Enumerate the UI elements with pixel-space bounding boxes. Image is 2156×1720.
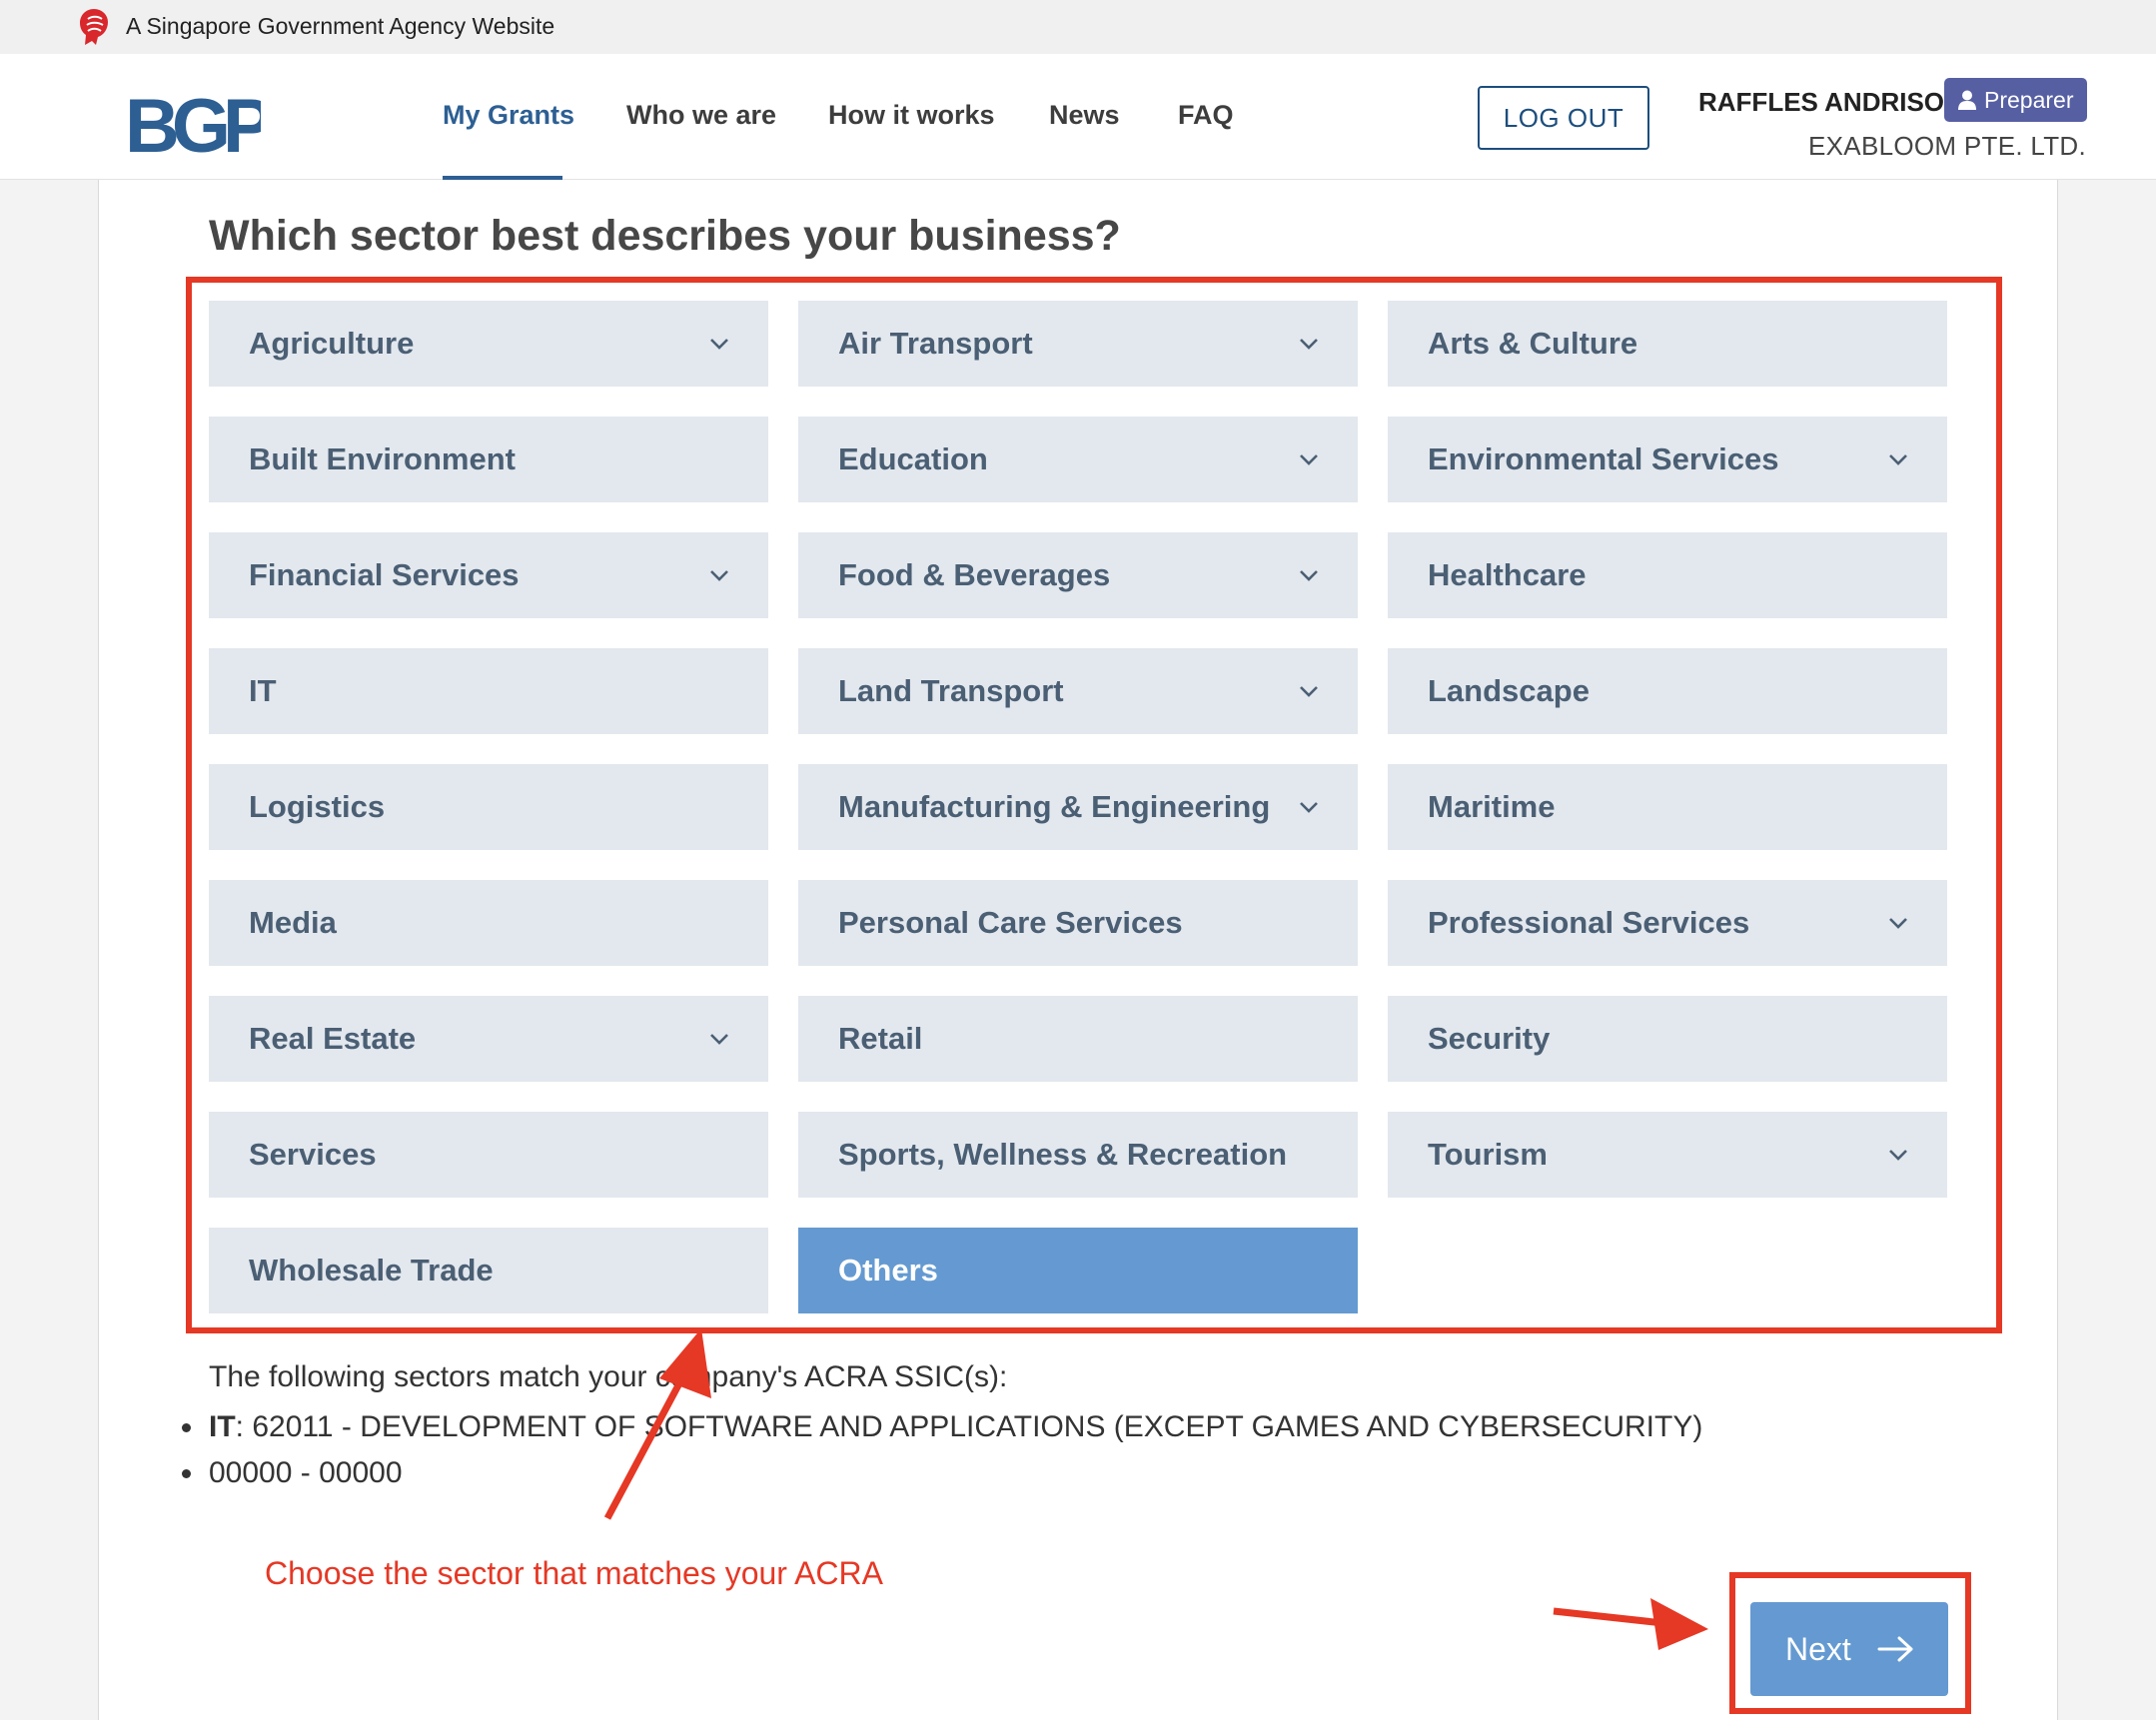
sector-tile-professional-services[interactable]: Professional Services bbox=[1388, 880, 1947, 966]
nav-who-we-are[interactable]: Who we are bbox=[626, 98, 776, 132]
sector-tile-education[interactable]: Education bbox=[798, 417, 1358, 502]
logout-button[interactable]: LOG OUT bbox=[1478, 86, 1649, 150]
sector-tile-air-transport[interactable]: Air Transport bbox=[798, 301, 1358, 387]
role-badge: Preparer bbox=[1944, 78, 2087, 122]
annotation-text: Choose the sector that matches your ACRA bbox=[265, 1555, 883, 1591]
sector-tile-others[interactable]: Others bbox=[798, 1228, 1358, 1313]
nav-my-grants[interactable]: My Grants bbox=[443, 98, 574, 132]
sector-tile-environmental-services[interactable]: Environmental Services bbox=[1388, 417, 1947, 502]
acra-intro-text: The following sectors match your company… bbox=[209, 1360, 1008, 1393]
sector-tile-tourism[interactable]: Tourism bbox=[1388, 1112, 1947, 1198]
chevron-down-icon bbox=[1889, 454, 1907, 465]
acra-match-code: 62011 - DEVELOPMENT OF SOFTWARE AND APPL… bbox=[252, 1410, 1703, 1443]
sector-tile-it[interactable]: IT bbox=[209, 648, 768, 734]
sector-tile-arts-culture[interactable]: Arts & Culture bbox=[1388, 301, 1947, 387]
acra-match-item: IT: 62011 - DEVELOPMENT OF SOFTWARE AND … bbox=[182, 1404, 1702, 1450]
sector-tile-logistics[interactable]: Logistics bbox=[209, 764, 768, 850]
sector-tile-land-transport[interactable]: Land Transport bbox=[798, 648, 1358, 734]
acra-match-item: 00000 - 00000 bbox=[182, 1450, 1702, 1496]
acra-match-sector: IT bbox=[209, 1410, 236, 1443]
nav-news[interactable]: News bbox=[1049, 98, 1120, 132]
chevron-down-icon bbox=[1889, 1150, 1907, 1161]
sector-tile-security[interactable]: Security bbox=[1388, 996, 1947, 1082]
nav-how-it-works[interactable]: How it works bbox=[828, 98, 995, 132]
sector-tile-services[interactable]: Services bbox=[209, 1112, 768, 1198]
sector-tile-sports-wellness-recreation[interactable]: Sports, Wellness & Recreation bbox=[798, 1112, 1358, 1198]
sector-tile-manufacturing-engineering[interactable]: Manufacturing & Engineering bbox=[798, 764, 1358, 850]
sector-tile-media[interactable]: Media bbox=[209, 880, 768, 966]
sector-tile-financial-services[interactable]: Financial Services bbox=[209, 532, 768, 618]
nav-faq[interactable]: FAQ bbox=[1178, 98, 1234, 132]
sector-tile-built-environment[interactable]: Built Environment bbox=[209, 417, 768, 502]
sector-tile-retail[interactable]: Retail bbox=[798, 996, 1358, 1082]
sector-question: Which sector best describes your busines… bbox=[209, 212, 1121, 260]
lion-head-icon bbox=[80, 9, 108, 45]
sector-tile-landscape[interactable]: Landscape bbox=[1388, 648, 1947, 734]
chevron-down-icon bbox=[1300, 454, 1318, 465]
chevron-down-icon bbox=[1300, 686, 1318, 697]
sector-tile-wholesale-trade[interactable]: Wholesale Trade bbox=[209, 1228, 768, 1313]
svg-text:BGP: BGP bbox=[125, 90, 261, 160]
sector-tile-maritime[interactable]: Maritime bbox=[1388, 764, 1947, 850]
sector-tile-food-beverages[interactable]: Food & Beverages bbox=[798, 532, 1358, 618]
acra-match-code: 00000 - 00000 bbox=[209, 1456, 403, 1489]
user-name: RAFFLES ANDRISON bbox=[1698, 87, 1963, 117]
chevron-down-icon bbox=[710, 339, 728, 350]
company-name: EXABLOOM PTE. LTD. bbox=[1808, 131, 2086, 161]
bgp-logo[interactable]: BGP bbox=[125, 90, 261, 160]
user-icon bbox=[1958, 90, 1976, 110]
site-header: BGP My Grants Who we are How it works Ne… bbox=[0, 54, 2156, 180]
sector-tile-personal-care-services[interactable]: Personal Care Services bbox=[798, 880, 1358, 966]
sector-tile-agriculture[interactable]: Agriculture bbox=[209, 301, 768, 387]
sector-tile-healthcare[interactable]: Healthcare bbox=[1388, 532, 1947, 618]
masthead-text: A Singapore Government Agency Website bbox=[126, 13, 555, 39]
arrow-right-icon bbox=[1877, 1636, 1913, 1662]
chevron-down-icon bbox=[1300, 339, 1318, 350]
chevron-down-icon bbox=[710, 570, 728, 581]
acra-match-list: IT: 62011 - DEVELOPMENT OF SOFTWARE AND … bbox=[182, 1404, 1702, 1496]
role-label: Preparer bbox=[1984, 87, 2074, 113]
gov-masthead: A Singapore Government Agency Website bbox=[0, 0, 2156, 54]
sector-tile-real-estate[interactable]: Real Estate bbox=[209, 996, 768, 1082]
chevron-down-icon bbox=[1300, 570, 1318, 581]
next-button[interactable]: Next bbox=[1750, 1602, 1948, 1696]
chevron-down-icon bbox=[710, 1034, 728, 1045]
chevron-down-icon bbox=[1300, 802, 1318, 813]
chevron-down-icon bbox=[1889, 918, 1907, 929]
